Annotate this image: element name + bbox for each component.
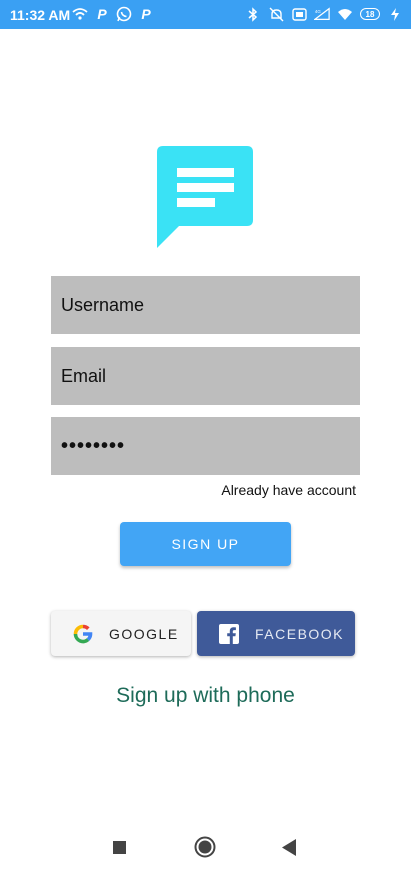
charging-icon	[387, 6, 403, 22]
whatsapp-icon	[116, 6, 132, 22]
password-field[interactable]: ••••••••	[51, 417, 360, 475]
status-system-icons: 4G 18	[245, 6, 403, 22]
signal-icon: 4G	[314, 6, 330, 22]
p-icon: P	[141, 6, 151, 22]
status-bar: 11:32 AM P P 4G 18	[0, 0, 411, 29]
google-signin-button[interactable]: GOOGLE	[51, 611, 191, 656]
system-nav-bar	[0, 820, 411, 876]
wifi-icon	[337, 6, 353, 22]
facebook-signin-button[interactable]: FACEBOOK	[197, 611, 355, 656]
password-value: ••••••••	[61, 434, 126, 457]
google-icon	[71, 622, 95, 646]
back-icon[interactable]	[282, 839, 296, 856]
data-saver-icon	[291, 6, 307, 22]
email-field[interactable]: Email	[51, 347, 360, 405]
mute-bell-icon	[268, 6, 284, 22]
recents-icon[interactable]	[113, 841, 126, 854]
status-notification-icons: P P	[72, 6, 154, 22]
facebook-label: FACEBOOK	[255, 625, 345, 642]
home-icon[interactable]	[194, 836, 216, 858]
status-time: 11:32 AM	[10, 7, 71, 23]
email-placeholder: Email	[61, 365, 107, 386]
chat-bubble-icon	[157, 146, 253, 248]
username-placeholder: Username	[61, 294, 145, 315]
sign-up-with-phone-link[interactable]: Sign up with phone	[0, 684, 411, 708]
google-label: GOOGLE	[109, 625, 179, 642]
username-field[interactable]: Username	[51, 276, 360, 334]
sign-up-label: SIGN UP	[171, 536, 240, 552]
already-have-account-link[interactable]: Already have account	[221, 482, 356, 498]
facebook-icon	[219, 623, 239, 644]
battery-icon: 18	[360, 8, 380, 20]
p-icon: P	[97, 6, 107, 22]
wifi-calling-icon	[72, 6, 88, 22]
bluetooth-icon	[245, 6, 261, 22]
sign-up-button[interactable]: SIGN UP	[120, 522, 291, 566]
svg-text:4G: 4G	[315, 9, 321, 14]
